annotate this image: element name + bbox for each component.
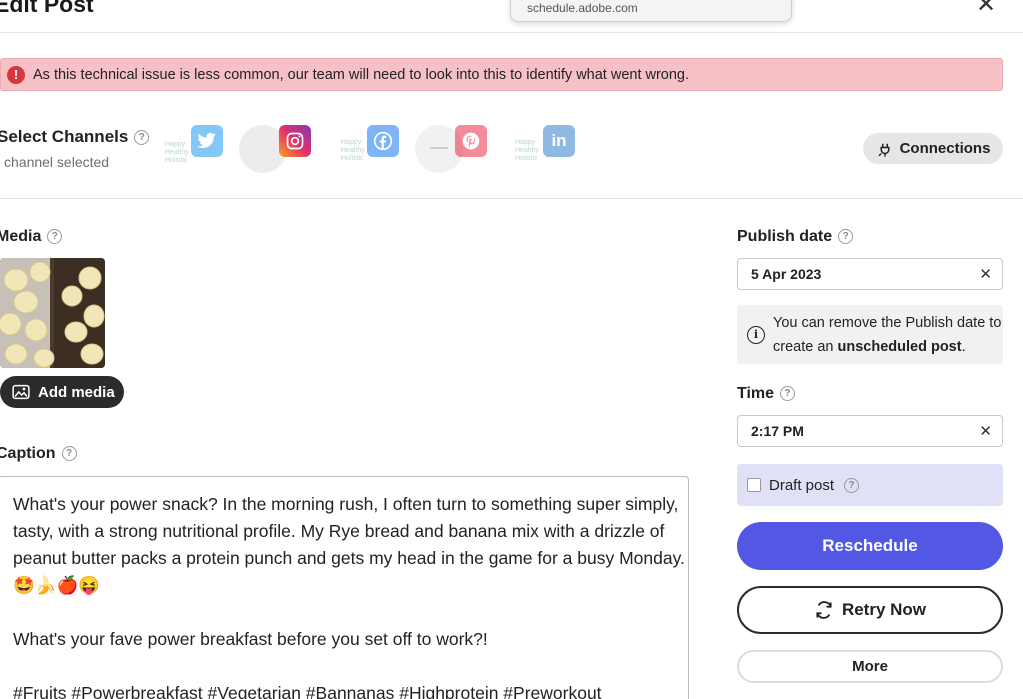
help-icon[interactable]: ? <box>844 477 860 493</box>
close-icon[interactable]: ✕ <box>976 0 996 19</box>
url-text: schedule.adobe.com <box>527 1 638 15</box>
divider <box>0 198 1023 199</box>
more-button[interactable]: More <box>737 650 1003 683</box>
clear-icon[interactable]: ✕ <box>979 422 992 440</box>
instagram-icon <box>279 125 311 157</box>
add-media-label: Add media <box>38 383 115 401</box>
caption-paragraph: What's your fave power breakfast before … <box>13 629 488 649</box>
retry-now-label: Retry Now <box>841 600 927 619</box>
media-label: Media <box>0 228 42 245</box>
info-text-bold: unscheduled post <box>837 338 962 355</box>
reschedule-button[interactable]: Reschedule <box>737 522 1003 570</box>
draft-checkbox[interactable] <box>747 478 761 492</box>
error-icon: ! <box>7 65 25 84</box>
brand-logo: Happy Healthy Holistic <box>515 139 539 162</box>
channel-linkedin[interactable]: Happy Healthy Holistic in <box>510 125 576 167</box>
caption-paragraph: What's your power snack? In the morning … <box>13 494 685 595</box>
channel-count: channel selected <box>4 154 110 170</box>
clear-icon[interactable]: ✕ <box>979 265 992 283</box>
select-channels-heading: Select Channels? <box>0 127 150 147</box>
media-heading: Media? <box>0 228 63 246</box>
publish-date-value: 5 Apr 2023 <box>751 266 822 282</box>
info-message: You can remove the Publish date to creat… <box>773 311 1003 359</box>
help-icon[interactable]: ? <box>47 229 63 245</box>
image-icon <box>12 384 30 400</box>
linkedin-icon: in <box>543 125 575 157</box>
publish-date-heading: Publish date? <box>737 228 854 246</box>
publish-date-label: Publish date <box>737 228 833 245</box>
time-value: 2:17 PM <box>751 423 804 439</box>
info-text-suffix: . <box>961 338 966 355</box>
time-input[interactable]: 2:17 PM ✕ <box>737 415 1003 447</box>
alert-message: As this technical issue is less common, … <box>33 66 690 83</box>
placeholder-dash <box>430 147 448 149</box>
help-icon[interactable]: ? <box>780 386 796 402</box>
retry-now-button[interactable]: Retry Now <box>737 586 1003 634</box>
connections-button[interactable]: Connections <box>863 133 1003 164</box>
refresh-icon <box>816 601 832 619</box>
draft-label: Draft post <box>769 476 835 494</box>
time-label: Time <box>737 385 775 402</box>
caption-label: Caption <box>0 445 56 462</box>
dialog-title: Edit Post <box>0 0 94 17</box>
publish-date-info: i You can remove the Publish date to cre… <box>737 305 1003 364</box>
help-icon[interactable]: ? <box>134 130 150 146</box>
time-heading: Time? <box>737 385 796 403</box>
help-icon[interactable]: ? <box>61 446 77 462</box>
browser-url-popup: schedule.adobe.com <box>510 0 792 22</box>
divider <box>0 32 1023 33</box>
help-icon[interactable]: ? <box>838 229 854 245</box>
select-channels-label: Select Channels <box>0 127 129 146</box>
channel-facebook[interactable]: Happy Healthy Holistic <box>336 125 402 167</box>
channel-twitter[interactable]: Happy Healthy Holistic <box>160 125 226 167</box>
twitter-icon <box>191 125 223 157</box>
channel-pinterest[interactable] <box>414 125 488 175</box>
channel-instagram[interactable] <box>238 125 312 175</box>
caption-heading: Caption? <box>0 445 77 463</box>
add-media-button[interactable]: Add media <box>0 376 124 408</box>
media-thumbnail[interactable] <box>0 258 105 368</box>
draft-post-option: Draft post? <box>737 464 1003 506</box>
pinterest-icon <box>455 125 487 157</box>
connections-label: Connections <box>899 140 991 157</box>
info-icon: i <box>747 325 765 344</box>
publish-date-input[interactable]: 5 Apr 2023 ✕ <box>737 258 1003 290</box>
error-alert: ! As this technical issue is less common… <box>0 58 1003 91</box>
caption-textarea[interactable]: What's your power snack? In the morning … <box>0 476 689 699</box>
facebook-icon <box>367 125 399 157</box>
plug-icon <box>878 143 890 156</box>
caption-hashtags: #Fruits #Powerbreakfast #Vegetarian #Ban… <box>13 683 602 699</box>
